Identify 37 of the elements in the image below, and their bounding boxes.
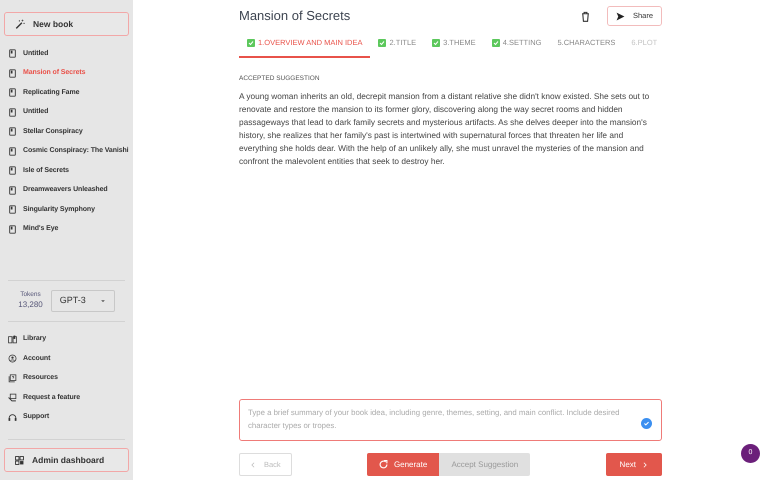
checkbox-icon — [378, 38, 386, 47]
grid-icon — [15, 456, 24, 464]
checkbox-icon — [492, 38, 500, 47]
generate-button[interactable]: Generate — [366, 453, 440, 476]
chevron-right-icon — [642, 462, 648, 468]
new-book-button[interactable]: New book — [4, 12, 129, 36]
book-icon — [8, 108, 17, 117]
trash-icon — [580, 10, 591, 22]
book-icon — [8, 146, 17, 156]
tokens-count: 13,280 — [18, 299, 43, 312]
suggestion-text: A young woman inherits an old, decrepit mansion from a distant relative she didn't know existed. She sets out to renovate and restore the mansion to its former glory, discovering along the way secret rooms and hidden passageways that lead to dark family secrets and mysterious artifacts. As she delves deeper into the mansion's history, she realizes that her family's past is intertwined with supernatural forces that threaten her life and everything she holds dear. With the help of an unlikely ally, she must unravel the mysteries of the mansion and confront the malevolent entities that seek to destroy her. — [239, 90, 650, 168]
chevron-left-icon — [250, 462, 256, 468]
model-select[interactable]: GPT-3 — [50, 290, 115, 312]
send-icon — [616, 12, 625, 20]
check-circle-icon — [641, 418, 652, 429]
magic-wand-icon — [15, 19, 25, 29]
book-icon — [8, 88, 17, 98]
feature-icon — [8, 393, 17, 402]
book-icon — [8, 68, 17, 78]
book-icon — [8, 127, 17, 136]
book-icon — [8, 49, 17, 58]
checkbox-icon — [247, 38, 255, 47]
caret-icon — [100, 298, 106, 304]
account-icon — [8, 354, 17, 364]
book-icon — [8, 186, 17, 195]
next-button[interactable]: Next — [606, 453, 662, 476]
book-title: Mansion of Secrets — [239, 8, 350, 24]
admin-dashboard-button[interactable]: Admin dashboard — [4, 448, 129, 472]
headset-icon — [8, 412, 17, 422]
delete-button[interactable] — [580, 10, 591, 22]
refresh-icon — [378, 460, 388, 469]
checkbox-icon — [432, 38, 440, 47]
book-icon — [8, 166, 17, 176]
book-icon — [8, 205, 17, 214]
help-icon — [8, 374, 17, 383]
library-icon — [8, 334, 17, 344]
book-icon — [8, 224, 17, 234]
